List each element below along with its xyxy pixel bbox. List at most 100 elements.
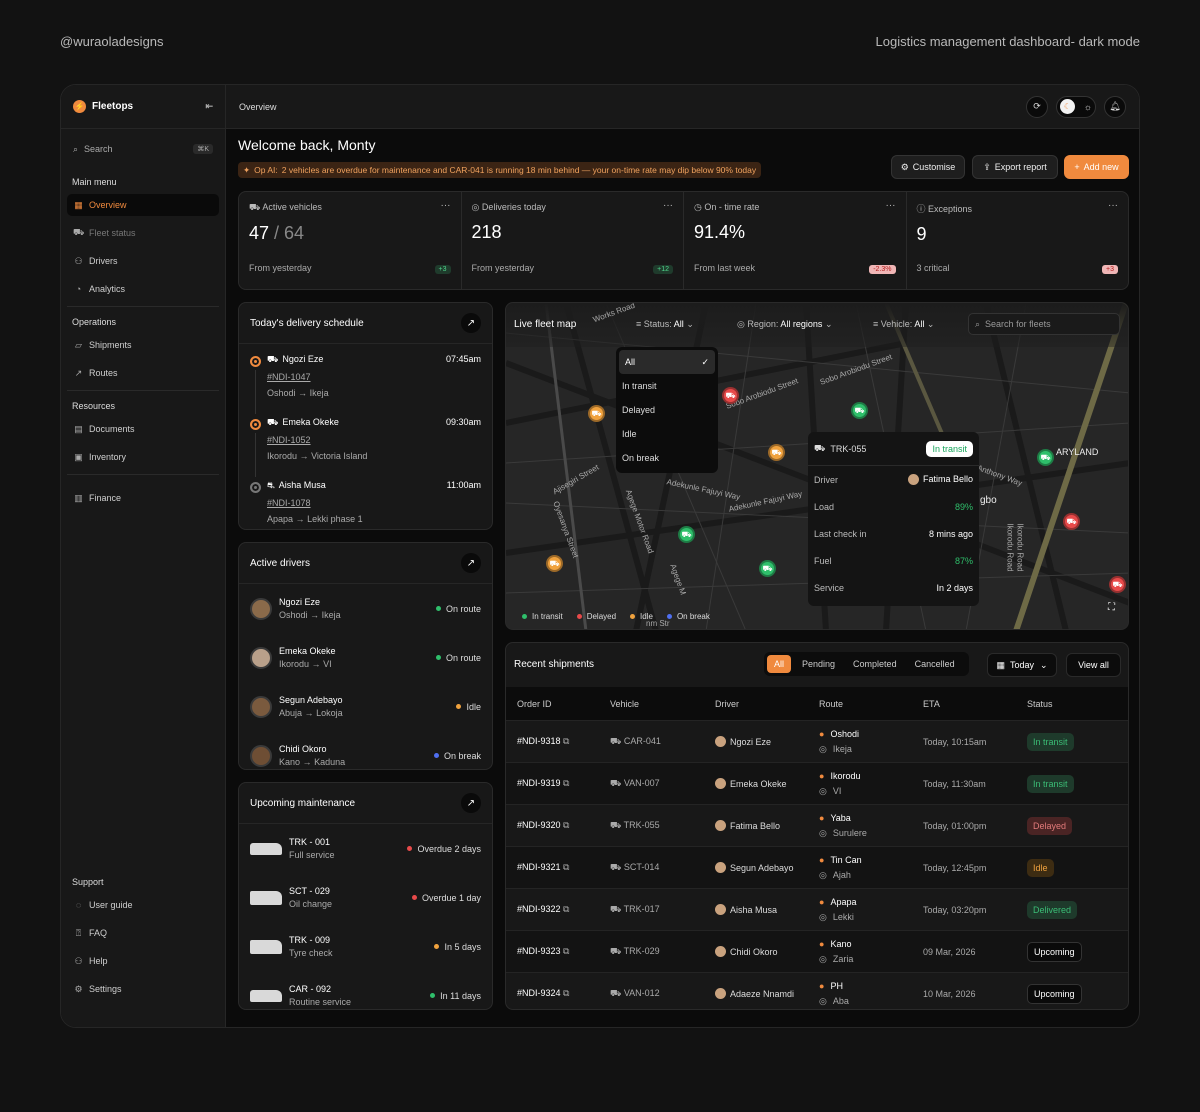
table-row[interactable]: #NDI-9318 ⧉ ⛟ CAR-041 Ngozi Eze ● Oshodi ◎ Ike…: [506, 720, 1128, 762]
dropdown-option-idle[interactable]: Idle: [616, 422, 718, 446]
sidebar-item-drivers[interactable]: ⚇ Drivers: [67, 250, 219, 272]
view-all-button[interactable]: View all: [1066, 653, 1121, 677]
dropdown-option-on-break[interactable]: On break: [616, 446, 718, 470]
sidebar-item-analytics[interactable]: ◔ Analytics: [67, 278, 219, 300]
vehicle-filter[interactable]: ≡ Vehicle: All ⌄: [873, 319, 934, 330]
legend-item: In transit: [522, 612, 563, 621]
arrow-up-right-icon[interactable]: ↗: [461, 793, 481, 813]
vehicle-pin-delayed[interactable]: ⛟: [722, 387, 739, 404]
table-row[interactable]: #NDI-9322 ⧉ ⛟ TRK-017 Aisha Musa ● Apapa ◎ Lek…: [506, 888, 1128, 930]
chevron-down-icon: ⌄: [686, 319, 694, 329]
arrow-up-right-icon[interactable]: ↗: [461, 553, 481, 573]
region-filter[interactable]: ◎ Region: All regions ⌄: [737, 319, 833, 330]
vehicle-pin-delayed[interactable]: ⛟: [1109, 576, 1126, 593]
sidebar-item-settings[interactable]: ⚙ Settings: [67, 978, 219, 1000]
vehicle-pin-idle[interactable]: ⛟: [588, 405, 605, 422]
theme-toggle[interactable]: ☾ ☼: [1056, 95, 1096, 118]
dropdown-option-in-transit[interactable]: In transit: [616, 374, 718, 398]
dropdown-option-delayed[interactable]: Delayed: [616, 398, 718, 422]
schedule-item[interactable]: ⛟ Emeka Okeke 09:30am #NDI-1052 Ikorodu → …: [239, 411, 492, 477]
status-filter[interactable]: ≡ Status: All ⌄: [636, 319, 694, 330]
period-select[interactable]: ▦ Today ⌄: [987, 653, 1057, 677]
sidebar-item-overview[interactable]: ▦ Overview: [67, 194, 219, 216]
table-row[interactable]: #NDI-9320 ⧉ ⛟ TRK-055 Fatima Bello ● Yaba ◎ Su…: [506, 804, 1128, 846]
schedule-item[interactable]: ⛟ Ngozi Eze 07:45am #NDI-1047 Oshodi → Ike…: [239, 348, 492, 414]
sidebar-item-faq[interactable]: ⍰ FAQ: [67, 922, 219, 944]
sidebar-item-routes[interactable]: ↗ Routes: [67, 362, 219, 384]
refresh-icon[interactable]: ⟳: [1026, 95, 1048, 118]
maintenance-row[interactable]: SCT - 029 Oil change Overdue 1 day: [239, 873, 492, 922]
copy-icon[interactable]: ⧉: [563, 862, 569, 872]
schedule-item[interactable]: ⛐ Aisha Musa 11:00am #NDI-1078 Apapa → Lek…: [239, 474, 492, 529]
more-icon[interactable]: ···: [663, 200, 673, 211]
fullscreen-icon[interactable]: ⛶: [1108, 602, 1115, 613]
driver-row[interactable]: Emeka Okeke Ikorodu → VI On route: [239, 633, 492, 682]
more-icon[interactable]: ···: [1108, 200, 1118, 211]
maintenance-row[interactable]: TRK - 001 Full service Overdue 2 days: [239, 824, 492, 873]
copy-icon[interactable]: ⧉: [563, 778, 569, 788]
dropdown-option-all[interactable]: All ✓: [619, 350, 715, 374]
more-icon[interactable]: ···: [441, 200, 451, 211]
table-row[interactable]: #NDI-9324 ⧉ ⛟ VAN-012 Adaeze Nnamdi ● PH ◎ Aba…: [506, 972, 1128, 1009]
vehicle-pin-in-transit[interactable]: ⛟: [678, 526, 695, 543]
order-link[interactable]: #NDI-1047: [267, 372, 481, 382]
tab-completed[interactable]: Completed: [846, 655, 904, 673]
table-row[interactable]: #NDI-9323 ⧉ ⛟ TRK-029 Chidi Okoro ● Kano ◎ Zar…: [506, 930, 1128, 972]
order-link[interactable]: #NDI-1078: [267, 498, 481, 508]
copy-icon[interactable]: ⧉: [563, 988, 569, 998]
copy-icon[interactable]: ⧉: [563, 736, 569, 746]
driver-row[interactable]: Chidi Okoro Kano → Kaduna On break: [239, 731, 492, 769]
arrow-up-right-icon[interactable]: ↗: [461, 313, 481, 333]
export-report-button[interactable]: ⇪ Export report: [972, 155, 1058, 179]
vehicle-pin-idle[interactable]: ⛟: [546, 555, 563, 572]
sidebar-item-shipments[interactable]: ▱ Shipments: [67, 334, 219, 356]
user-help-icon: ⚇: [74, 955, 83, 966]
vehicle-pin-idle[interactable]: ⛟: [768, 444, 785, 461]
stat-card: ◷ On - time rate ··· 91.4% From last wee…: [684, 192, 907, 289]
tab-all[interactable]: All: [767, 655, 792, 673]
route-cell: ● Ikorodu ◎ VI: [819, 771, 923, 797]
vehicle-pin-in-transit[interactable]: ⛟: [759, 560, 776, 577]
shipments-card: Recent shipments All Pending Completed C…: [505, 642, 1129, 1010]
copy-icon[interactable]: ⧉: [563, 904, 569, 914]
bell-icon[interactable]: 🔔︎: [1104, 95, 1126, 118]
sidebar-item-finance[interactable]: ▥ Finance: [67, 487, 219, 509]
sidebar-item-fleet-status[interactable]: ⛟ Fleet status: [67, 222, 219, 244]
column-header: Vehicle: [610, 698, 640, 709]
live-fleet-map[interactable]: Live fleet map ≡ Status: All ⌄ ◎ Region:…: [505, 302, 1129, 630]
add-new-button[interactable]: + Add new: [1064, 155, 1129, 179]
copy-icon[interactable]: ⧉: [563, 946, 569, 956]
vehicle-pin-in-transit[interactable]: ⛟: [1037, 449, 1054, 466]
maintenance-status: In 5 days: [444, 941, 481, 952]
table-row[interactable]: #NDI-9321 ⧉ ⛟ SCT-014 Segun Adebayo ● Tin Ca…: [506, 846, 1128, 888]
sidebar-item-inventory[interactable]: ▣ Inventory: [67, 446, 219, 468]
driver-row[interactable]: Segun Adebayo Abuja → Lokoja Idle: [239, 682, 492, 731]
order-link[interactable]: #NDI-1052: [267, 435, 481, 445]
search-input[interactable]: ⌕ Search ⌘K: [67, 138, 219, 160]
truck-icon: ⛟: [73, 227, 85, 237]
vehicle-pin-in-transit[interactable]: ⛟: [851, 402, 868, 419]
fleet-search-input[interactable]: ⌕ Search for fleets: [968, 313, 1120, 335]
sidebar-item-label: Shipments: [89, 340, 132, 350]
sparkle-icon: ✦: [243, 164, 251, 175]
service-type: Tyre check: [289, 948, 333, 958]
driver-row[interactable]: Ngozi Eze Oshodi → Ikeja On route: [239, 584, 492, 633]
clock-icon: ◷: [694, 202, 705, 212]
sidebar-item-documents[interactable]: ▤ Documents: [67, 418, 219, 440]
maintenance-row[interactable]: TRK - 009 Tyre check In 5 days: [239, 922, 492, 971]
status-badge: In transit: [1027, 774, 1074, 793]
tab-pending[interactable]: Pending: [795, 655, 842, 673]
more-icon[interactable]: ···: [886, 200, 896, 211]
copy-icon[interactable]: ⧉: [563, 820, 569, 830]
collapse-sidebar-icon[interactable]: ⇤: [205, 101, 213, 112]
sidebar-item-help[interactable]: ⚇ Help: [67, 950, 219, 972]
avatar: [715, 820, 726, 831]
maintenance-row[interactable]: CAR - 092 Routine service In 11 days: [239, 971, 492, 1009]
customise-button[interactable]: ⚙ Customise: [891, 155, 965, 179]
table-row[interactable]: #NDI-9319 ⧉ ⛟ VAN-007 Emeka Okeke ● Ikorodu ◎…: [506, 762, 1128, 804]
sidebar-item-user-guide[interactable]: ◌ User guide: [67, 894, 219, 916]
search-icon: ⌕: [975, 318, 981, 329]
tab-cancelled[interactable]: Cancelled: [908, 655, 962, 673]
vehicle-pin-delayed[interactable]: ⛟: [1063, 513, 1080, 530]
route-from: PH: [830, 980, 843, 991]
